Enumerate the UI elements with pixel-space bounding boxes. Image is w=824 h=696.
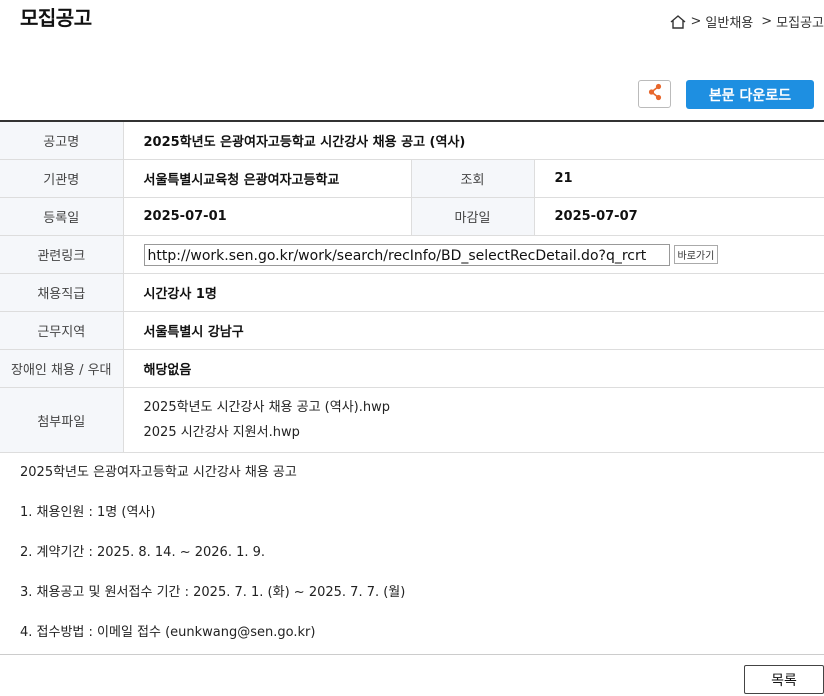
label-position: 채용직급 (0, 273, 124, 312)
attachment-file-link[interactable]: 2025 시간강사 지원서.hwp (144, 420, 824, 445)
value-deadline: 2025-07-07 (534, 197, 824, 236)
page-title: 모집공고 (20, 6, 92, 30)
value-views: 21 (534, 159, 824, 198)
table-row: 공고명 2025학년도 은광여자고등학교 시간강사 채용 공고 (역사) (0, 121, 824, 160)
table-row: 장애인 채용 / 우대 해당없음 (0, 349, 824, 388)
label-reg-date: 등록일 (0, 197, 124, 236)
download-button[interactable]: 본문 다운로드 (686, 80, 814, 109)
notice-body: 2025학년도 은광여자고등학교 시간강사 채용 공고 1. 채용인원 : 1명… (20, 466, 405, 666)
value-org: 서울특별시교육청 은광여자고등학교 (123, 159, 411, 198)
body-line: 4. 접수방법 : 이메일 접수 (eunkwang@sen.go.kr) (20, 625, 316, 640)
breadcrumb-item-general[interactable]: 일반채용 (705, 12, 753, 31)
value-title: 2025학년도 은광여자고등학교 시간강사 채용 공고 (역사) (123, 121, 824, 160)
breadcrumb-separator: > (761, 14, 773, 29)
body-line: 2. 계약기간 : 2025. 8. 14. ~ 2026. 1. 9. (20, 545, 266, 560)
label-attachments: 첨부파일 (0, 387, 124, 453)
table-row: 근무지역 서울특별시 강남구 (0, 311, 824, 350)
share-button[interactable] (638, 80, 671, 108)
table-row: 기관명 서울특별시교육청 은광여자고등학교 조회 21 (0, 159, 824, 198)
list-button[interactable]: 목록 (744, 665, 824, 694)
label-views: 조회 (410, 159, 535, 198)
label-disability: 장애인 채용 / 우대 (0, 349, 124, 388)
attachment-list: 2025학년도 시간강사 채용 공고 (역사).hwp 2025 시간강사 지원… (123, 387, 824, 453)
body-line: 2025학년도 은광여자고등학교 시간강사 채용 공고 (20, 465, 297, 480)
table-row: 첨부파일 2025학년도 시간강사 채용 공고 (역사).hwp 2025 시간… (0, 387, 824, 453)
table-row: 관련링크 http://work.sen.go.kr/work/search/r… (0, 235, 824, 274)
value-reg-date: 2025-07-01 (123, 197, 411, 236)
attachment-file-link[interactable]: 2025학년도 시간강사 채용 공고 (역사).hwp (144, 395, 824, 420)
notice-info-table: 공고명 2025학년도 은광여자고등학교 시간강사 채용 공고 (역사) 기관명… (0, 120, 824, 453)
divider (0, 654, 824, 655)
label-org: 기관명 (0, 159, 124, 198)
value-location: 서울특별시 강남구 (123, 311, 824, 350)
table-row: 채용직급 시간강사 1명 (0, 273, 824, 312)
label-deadline: 마감일 (410, 197, 535, 236)
value-disability: 해당없음 (123, 349, 824, 388)
label-title: 공고명 (0, 121, 124, 160)
related-link-field[interactable]: http://work.sen.go.kr/work/search/recInf… (143, 243, 670, 266)
body-line: 1. 채용인원 : 1명 (역사) (20, 505, 156, 520)
table-row: 등록일 2025-07-01 마감일 2025-07-07 (0, 197, 824, 236)
breadcrumb-separator: > (690, 14, 702, 29)
label-location: 근무지역 (0, 311, 124, 350)
breadcrumb: > 일반채용 > 모집공고 (669, 12, 824, 31)
home-icon[interactable] (669, 14, 687, 30)
breadcrumb-item-current[interactable]: 모집공고 (776, 12, 824, 31)
value-position: 시간강사 1명 (123, 273, 824, 312)
body-line: 3. 채용공고 및 원서접수 기간 : 2025. 7. 1. (화) ~ 20… (20, 585, 406, 600)
label-link: 관련링크 (0, 235, 124, 274)
value-link-cell: http://work.sen.go.kr/work/search/recInf… (123, 235, 824, 274)
goto-button[interactable]: 바로가기 (673, 245, 719, 264)
share-icon (647, 83, 663, 105)
